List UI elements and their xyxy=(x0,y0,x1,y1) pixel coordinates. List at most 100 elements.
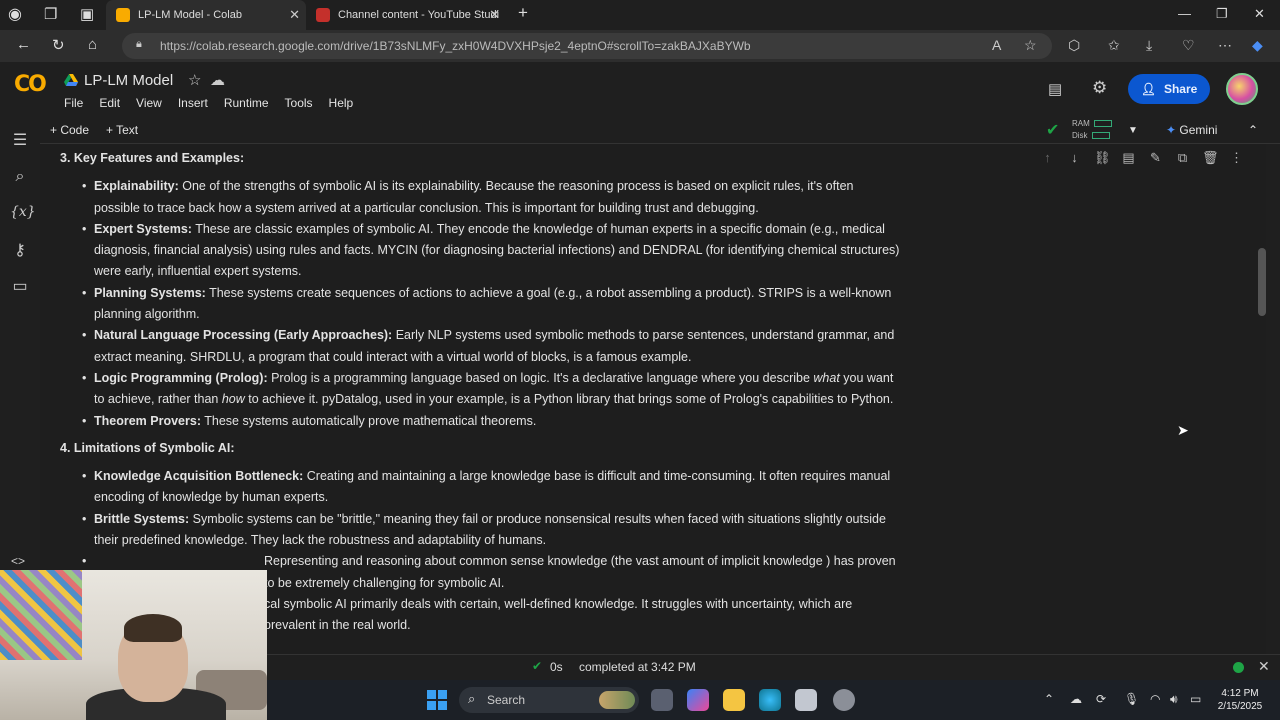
profile-icon[interactable]: ◉ xyxy=(8,4,22,24)
volume-icon[interactable]: 🔊︎ xyxy=(1170,692,1178,707)
close-tab-icon[interactable]: ✕ xyxy=(489,7,500,23)
runtime-dropdown-icon[interactable]: ▼ xyxy=(1128,125,1138,136)
colab-logo[interactable]: CO xyxy=(14,72,47,97)
search-icon[interactable]: ⌕ xyxy=(10,168,30,186)
more-options-icon[interactable]: ⋮ xyxy=(1229,150,1244,166)
item-text: Symbolic systems can be "brittle," meani… xyxy=(94,511,886,548)
downloads-icon[interactable]: ⤓ xyxy=(1146,37,1152,54)
search-icon: ⌕ xyxy=(468,691,476,706)
favorites-bar-icon[interactable]: ✩ xyxy=(1108,37,1120,54)
item-text: These systems create sequences of action… xyxy=(94,285,892,322)
extensions-icon[interactable]: ⬡ xyxy=(1068,37,1080,54)
item-term: Logic Programming (Prolog): xyxy=(94,370,268,385)
gemini-button[interactable]: ✦ Gemini xyxy=(1166,123,1217,137)
files-folder-icon[interactable]: ▭ xyxy=(10,276,30,296)
recording-app-icon[interactable] xyxy=(833,689,855,711)
star-icon[interactable]: ☆ xyxy=(188,71,201,89)
text-cell[interactable]: 3. Key Features and Examples: Explainabi… xyxy=(60,148,900,643)
item-text: to achieve it. pyDatalog, used in your e… xyxy=(244,392,894,407)
tray-sync-icon[interactable]: ⟳ xyxy=(1096,692,1106,706)
list-item: Brittle Systems: Symbolic systems can be… xyxy=(82,509,900,552)
new-tab-button[interactable]: + xyxy=(518,3,528,23)
close-status-icon[interactable]: ✕ xyxy=(1258,658,1270,675)
item-term: Natural Language Processing (Early Appro… xyxy=(94,328,393,343)
disk-label: Disk xyxy=(1072,131,1088,140)
minimize-icon[interactable]: — xyxy=(1178,6,1191,21)
tab-youtube[interactable]: Channel content - YouTube Studi ✕ xyxy=(306,0,506,30)
favorite-icon[interactable]: ☆ xyxy=(1024,37,1037,54)
link-icon[interactable]: ⛓ xyxy=(1094,150,1111,166)
code-panel-toggle-icon[interactable]: <> xyxy=(11,554,25,568)
share-button[interactable]: 👤︎ Share xyxy=(1128,74,1210,104)
restore-icon[interactable]: ❐ xyxy=(1216,6,1228,22)
ram-disk-indicator[interactable]: RAM Disk xyxy=(1072,118,1112,142)
wifi-icon[interactable]: ◠ xyxy=(1150,692,1160,706)
more-menu-icon[interactable]: ⋯ xyxy=(1218,37,1232,54)
url-field[interactable]: 🔒︎ https://colab.research.google.com/dri… xyxy=(122,33,1052,59)
edge-browser-icon[interactable] xyxy=(759,689,781,711)
back-icon[interactable]: ← xyxy=(16,36,31,53)
webcam-person-hair xyxy=(124,614,182,642)
menu-insert[interactable]: Insert xyxy=(178,96,208,110)
item-term: Brittle Systems: xyxy=(94,511,190,526)
tab-actions-icon[interactable]: ▣ xyxy=(80,5,94,23)
tab-colab[interactable]: LP-LM Model - Colab ✕ xyxy=(106,0,306,30)
secrets-key-icon[interactable]: ⚷ xyxy=(10,240,30,260)
close-window-icon[interactable]: ✕ xyxy=(1254,6,1265,22)
home-icon[interactable]: ⌂ xyxy=(88,36,97,53)
notebook-title[interactable]: LP-LM Model xyxy=(84,72,173,89)
item-text: cal symbolic AI primarily deals with cer… xyxy=(264,596,853,633)
tray-cloud-icon[interactable]: ☁ xyxy=(1070,692,1082,706)
edit-pencil-icon[interactable]: ✎ xyxy=(1148,150,1163,166)
scrollbar[interactable] xyxy=(1258,248,1266,316)
colab-header: CO LP-LM Model ☆ ☁ File Edit View Insert… xyxy=(0,62,1280,116)
task-view-icon[interactable] xyxy=(651,689,673,711)
tray-chevron-icon[interactable]: ⌃ xyxy=(1044,692,1054,706)
taskbar-search[interactable]: ⌕ Search xyxy=(459,687,639,713)
gemini-label: Gemini xyxy=(1179,123,1218,137)
share-label: Share xyxy=(1163,82,1198,96)
webcam-background-curtain xyxy=(0,570,82,660)
file-explorer-icon[interactable] xyxy=(723,689,745,711)
clock-time: 4:12 PM xyxy=(1221,688,1259,699)
browser-essentials-icon[interactable]: ♡ xyxy=(1182,37,1195,54)
menu-view[interactable]: View xyxy=(136,96,162,110)
settings-gear-icon[interactable]: ⚙ xyxy=(1092,78,1107,98)
move-down-icon[interactable]: ↓ xyxy=(1067,150,1082,166)
mirror-cell-icon[interactable]: ⧉ xyxy=(1175,150,1190,166)
list-item: Planning Systems: These systems create s… xyxy=(82,283,900,326)
menu-tools[interactable]: Tools xyxy=(285,96,313,110)
notebook-toolbar: + Code + Text ✔ RAM Disk ▼ ✦ Gemini ⌃ xyxy=(40,116,1280,144)
comments-icon[interactable]: ▤ xyxy=(1048,80,1062,98)
completed-status: completed at 3:42 PM xyxy=(579,660,696,674)
windows-start-icon[interactable] xyxy=(427,690,447,710)
menu-file[interactable]: File xyxy=(64,96,83,110)
table-of-contents-icon[interactable]: ☰ xyxy=(10,130,30,150)
add-text-button[interactable]: + Text xyxy=(106,123,138,137)
variables-icon[interactable]: {x} xyxy=(10,204,36,220)
account-avatar[interactable] xyxy=(1226,73,1258,105)
taskbar-clock[interactable]: 4:12 PM 2/15/2025 xyxy=(1212,687,1268,713)
item-term: Planning Systems: xyxy=(94,285,206,300)
move-up-icon[interactable]: ↑ xyxy=(1040,150,1055,166)
item-text: One of the strengths of symbolic AI is i… xyxy=(94,179,854,215)
menu-help[interactable]: Help xyxy=(329,96,354,110)
microphone-icon[interactable]: 🎙︎ xyxy=(1124,692,1139,706)
copilot-icon[interactable]: ◆ xyxy=(1252,37,1263,54)
battery-icon[interactable]: ▭ xyxy=(1190,692,1201,706)
delete-trash-icon[interactable]: 🗑︎ xyxy=(1202,150,1219,166)
workspaces-icon[interactable]: ❐ xyxy=(44,5,57,23)
cloud-saved-icon: ☁ xyxy=(210,72,225,89)
list-item: Theorem Provers: These systems automatic… xyxy=(82,411,900,433)
add-code-button[interactable]: + Code xyxy=(50,123,89,137)
menu-edit[interactable]: Edit xyxy=(99,96,120,110)
search-placeholder: Search xyxy=(487,693,526,707)
comment-icon[interactable]: ▤ xyxy=(1121,150,1136,166)
close-tab-icon[interactable]: ✕ xyxy=(289,7,300,23)
snipping-tool-icon[interactable] xyxy=(795,689,817,711)
read-aloud-icon[interactable]: A xyxy=(992,37,1001,53)
collapse-header-icon[interactable]: ⌃ xyxy=(1248,123,1258,137)
copilot-app-icon[interactable] xyxy=(687,689,709,711)
menu-runtime[interactable]: Runtime xyxy=(224,96,269,110)
refresh-icon[interactable]: ↻ xyxy=(52,36,65,54)
